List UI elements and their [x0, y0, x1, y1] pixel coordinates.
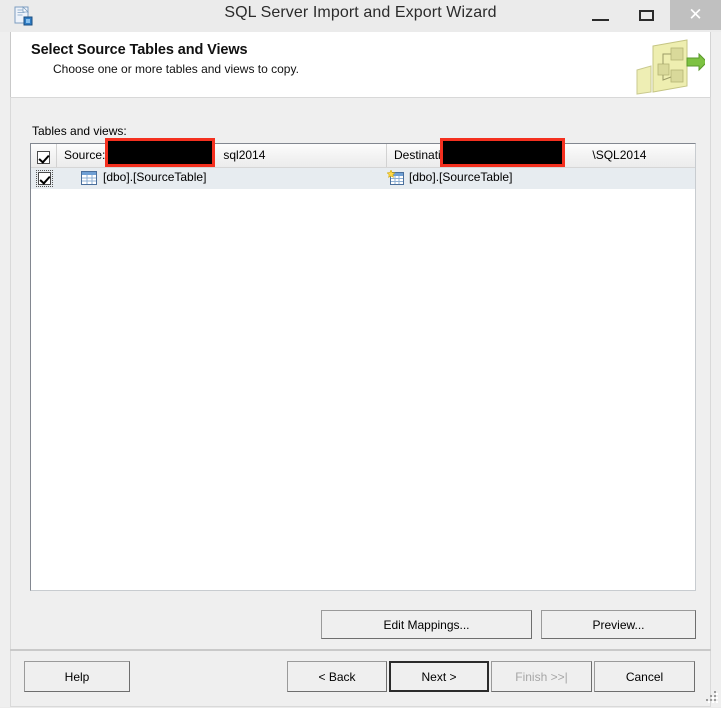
- data-flow-diagram-icon: [629, 32, 708, 98]
- new-table-icon: [386, 169, 405, 186]
- row-checkbox[interactable]: [36, 170, 53, 187]
- cancel-button[interactable]: Cancel: [594, 661, 695, 692]
- column-header-select-all[interactable]: [31, 144, 57, 167]
- help-button[interactable]: Help: [24, 661, 130, 692]
- wizard-window: SQL Server Import and Export Wizard ✕ Se…: [0, 0, 721, 707]
- close-button[interactable]: ✕: [670, 0, 721, 30]
- tables-and-views-label: Tables and views:: [32, 124, 127, 138]
- edit-mappings-button[interactable]: Edit Mappings...: [321, 610, 532, 639]
- resize-grip[interactable]: [702, 689, 718, 705]
- destination-table-name: [dbo].[SourceTable]: [409, 170, 513, 184]
- page-subtitle: Choose one or more tables and views to c…: [53, 62, 299, 76]
- maximize-icon: [639, 10, 654, 21]
- maximize-button[interactable]: [624, 0, 670, 30]
- close-icon: ✕: [688, 5, 703, 24]
- source-server-redaction: [105, 138, 215, 167]
- help-label: Help: [64, 669, 90, 684]
- next-button[interactable]: Next >: [389, 661, 489, 692]
- finish-button: Finish >>|: [491, 661, 592, 692]
- column-header-destination-suffix: \SQL2014: [592, 148, 647, 162]
- tables-and-views-listview[interactable]: Source: sql2014 Destination: \SQL2014 [d…: [30, 143, 696, 591]
- finish-label: Finish >>|: [515, 669, 568, 684]
- minimize-icon: [592, 19, 609, 21]
- destination-server-redaction: [440, 138, 565, 167]
- select-all-checkbox[interactable]: [37, 151, 50, 165]
- page-title: Select Source Tables and Views: [31, 42, 248, 58]
- back-button[interactable]: < Back: [287, 661, 387, 692]
- table-icon: [81, 171, 97, 185]
- row-checkbox-box[interactable]: [38, 172, 51, 185]
- cancel-label: Cancel: [625, 669, 664, 684]
- column-header-source-label: Source:: [64, 148, 106, 162]
- table-row[interactable]: [dbo].[SourceTable] [dbo].[SourceTable]: [31, 168, 695, 189]
- back-label: < Back: [318, 669, 356, 684]
- next-label: Next >: [421, 669, 457, 684]
- wizard-banner: Select Source Tables and Views Choose on…: [10, 32, 711, 98]
- column-header-source-suffix: sql2014: [223, 148, 266, 162]
- minimize-button[interactable]: [578, 0, 624, 30]
- source-table-name: [dbo].[SourceTable]: [103, 170, 207, 184]
- edit-mappings-label: Edit Mappings...: [383, 617, 470, 632]
- title-bar: SQL Server Import and Export Wizard ✕: [0, 0, 721, 32]
- preview-button[interactable]: Preview...: [541, 610, 696, 639]
- preview-label: Preview...: [592, 617, 645, 632]
